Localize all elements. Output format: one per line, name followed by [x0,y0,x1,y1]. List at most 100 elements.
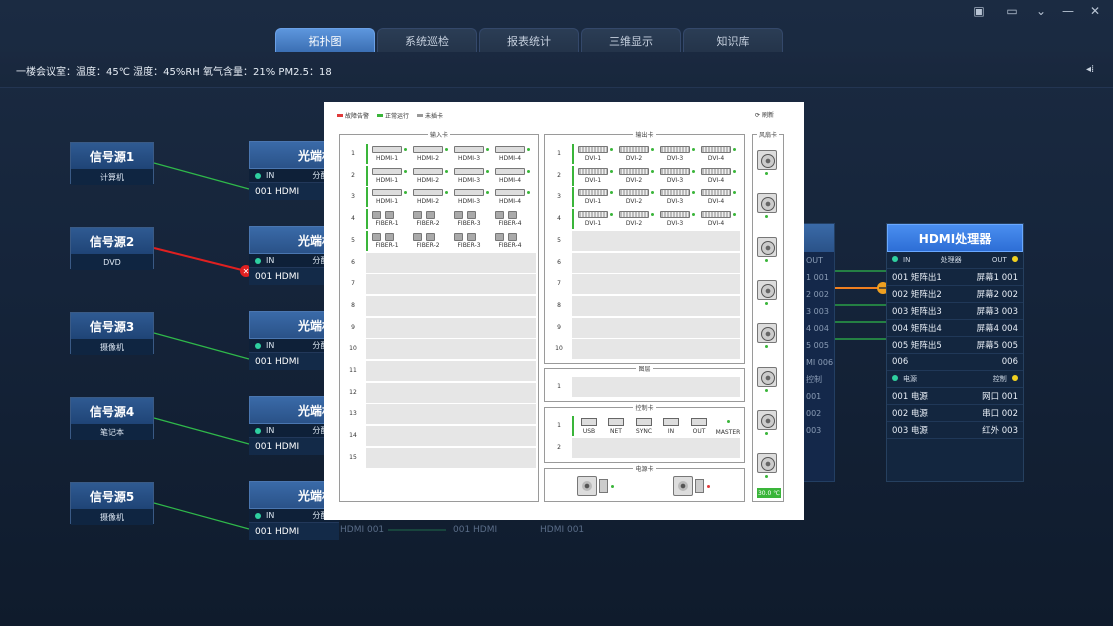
fan-icon[interactable] [757,453,777,474]
dvi-port[interactable]: DVI-2 [617,144,658,164]
master-indicator[interactable]: MASTER [714,418,742,436]
proc-power-row[interactable]: 002 电源 串口 002 [887,405,1023,422]
fiber-port[interactable]: FIBER-1 [370,209,411,229]
slot-number: 3 [351,193,355,201]
status-dot-icon [1012,256,1018,262]
legend-label: 故障告警 [345,113,370,120]
dvi-port[interactable]: DVI-4 [699,166,740,186]
source-node-4[interactable]: 信号源4 笔记本 [70,397,154,440]
node-row: OUT [806,256,824,265]
proc-power-row[interactable]: 003 电源 红外 003 [887,422,1023,439]
power-unit-2[interactable] [673,476,710,496]
panel-title: 输出卡 [633,132,656,139]
in-port[interactable]: IN [659,418,683,435]
hdmi-port[interactable]: HDMI-1 [370,144,411,164]
status-dot-icon [255,342,261,349]
slot-bar [366,382,536,403]
proc-row[interactable]: 003 矩阵出3 屏幕3 003 [887,303,1023,320]
fan-icon[interactable] [757,193,777,214]
row-in: 004 矩阵出4 [892,324,942,334]
dvi-port[interactable]: DVI-1 [576,166,617,186]
hdmi-processor-node[interactable]: HDMI处理器 IN 处理器 OUT 001 矩阵出1 屏幕1 001 002 矩阵出… [886,223,1024,482]
hdmi-port[interactable]: HDMI-3 [452,166,493,186]
fiber-port[interactable]: FIBER-2 [411,209,452,229]
hdmi-port[interactable]: HDMI-4 [493,166,534,186]
hdmi-port[interactable]: HDMI-1 [370,187,411,207]
fiber-port[interactable]: FIBER-4 [493,231,534,251]
dvi-port[interactable]: DVI-2 [617,209,658,229]
port-label: HDMI-2 [416,198,440,206]
hdmi-connector-icon [454,189,484,197]
status-dot-icon [445,169,448,173]
hdmi-connector-icon [372,146,402,153]
dvi-port[interactable]: DVI-1 [576,187,617,207]
hdmi-port[interactable]: HDMI-2 [411,187,452,207]
proc-row[interactable]: 005 矩阵出5 屏幕5 005 [887,337,1023,354]
proc-power-row[interactable]: 001 电源 网口 001 [887,388,1023,405]
hdmi-port[interactable]: HDMI-4 [493,187,534,207]
proc-row[interactable]: 006 006 [887,354,1023,371]
out-port[interactable]: OUT [687,418,711,435]
sync-icon [636,418,652,426]
power-unit-1[interactable] [577,476,614,496]
fiber-port[interactable]: FIBER-2 [411,231,452,251]
in-label: IN [266,511,275,520]
slot-number: 1 [557,383,561,390]
source-device: 摄像机 [71,509,153,525]
dvi-port[interactable]: DVI-2 [617,166,658,186]
dvi-port[interactable]: DVI-3 [658,187,699,207]
power-switch-icon [695,479,704,493]
proc-row[interactable]: 002 矩阵出2 屏幕2 002 [887,286,1023,303]
fiber-connector-icon [508,211,517,220]
source-node-5[interactable]: 信号源5 摄像机 [70,482,154,525]
usb-port[interactable]: USB [577,418,601,435]
dvi-port[interactable]: DVI-3 [658,209,699,229]
fan-icon[interactable] [757,366,777,387]
hdmi-port[interactable]: HDMI-2 [411,166,452,186]
port-label: HDMI-4 [498,155,522,162]
dvi-port[interactable]: DVI-4 [699,144,740,164]
fan-icon[interactable] [757,323,777,344]
matrix-node-partial[interactable]: OUT 1 001 2 002 3 003 4 004 5 005 MI 006… [803,223,835,482]
fiber-port[interactable]: FIBER-4 [493,209,534,229]
slot-bar [366,361,536,381]
fiber-port[interactable]: FIBER-3 [452,209,493,229]
fiber-connector-icon [454,232,463,241]
hdmi-port[interactable]: HDMI-3 [452,144,493,164]
fiber-connector-icon [413,211,422,220]
slot-number: 1 [557,422,561,429]
dvi-port[interactable]: DVI-4 [699,209,740,229]
fan-icon[interactable] [757,236,777,257]
power-label: 电源 [903,375,917,383]
fan-icon[interactable] [757,150,777,170]
proc-row[interactable]: 001 矩阵出1 屏幕1 001 [887,269,1023,286]
port-label: HDMI-2 [416,176,440,184]
dvi-connector-icon [578,167,608,175]
port-label: DVI-1 [584,155,602,162]
hdmi-port[interactable]: HDMI-1 [370,166,411,186]
source-node-3[interactable]: 信号源3 摄像机 [70,312,154,355]
source-node-2[interactable]: 信号源2 DVD [70,227,154,270]
dvi-port[interactable]: DVI-1 [576,209,617,229]
sync-port[interactable]: SYNC [632,418,656,435]
status-dot-icon [692,169,695,173]
fan-icon[interactable] [757,409,777,430]
source-node-1[interactable]: 信号源1 计算机 [70,142,154,185]
fiber-port[interactable]: FIBER-3 [452,231,493,251]
refresh-button[interactable]: ⟳ 刷新 [755,110,774,119]
hdmi-port[interactable]: HDMI-4 [493,144,534,164]
fiber-port[interactable]: FIBER-1 [370,231,411,251]
dvi-connector-icon [619,189,649,197]
hdmi-port[interactable]: HDMI-2 [411,144,452,164]
dvi-port[interactable]: DVI-4 [699,187,740,207]
net-port[interactable]: NET [604,418,628,435]
dvi-port[interactable]: DVI-2 [617,187,658,207]
dvi-port[interactable]: DVI-1 [576,144,617,164]
hdmi-port[interactable]: HDMI-3 [452,187,493,207]
slot-bar [366,295,536,316]
proc-row[interactable]: 004 矩阵出4 屏幕4 004 [887,320,1023,337]
fan-icon[interactable] [757,279,777,300]
status-dot-icon [733,169,736,173]
dvi-port[interactable]: DVI-3 [658,144,699,164]
dvi-port[interactable]: DVI-3 [658,166,699,186]
